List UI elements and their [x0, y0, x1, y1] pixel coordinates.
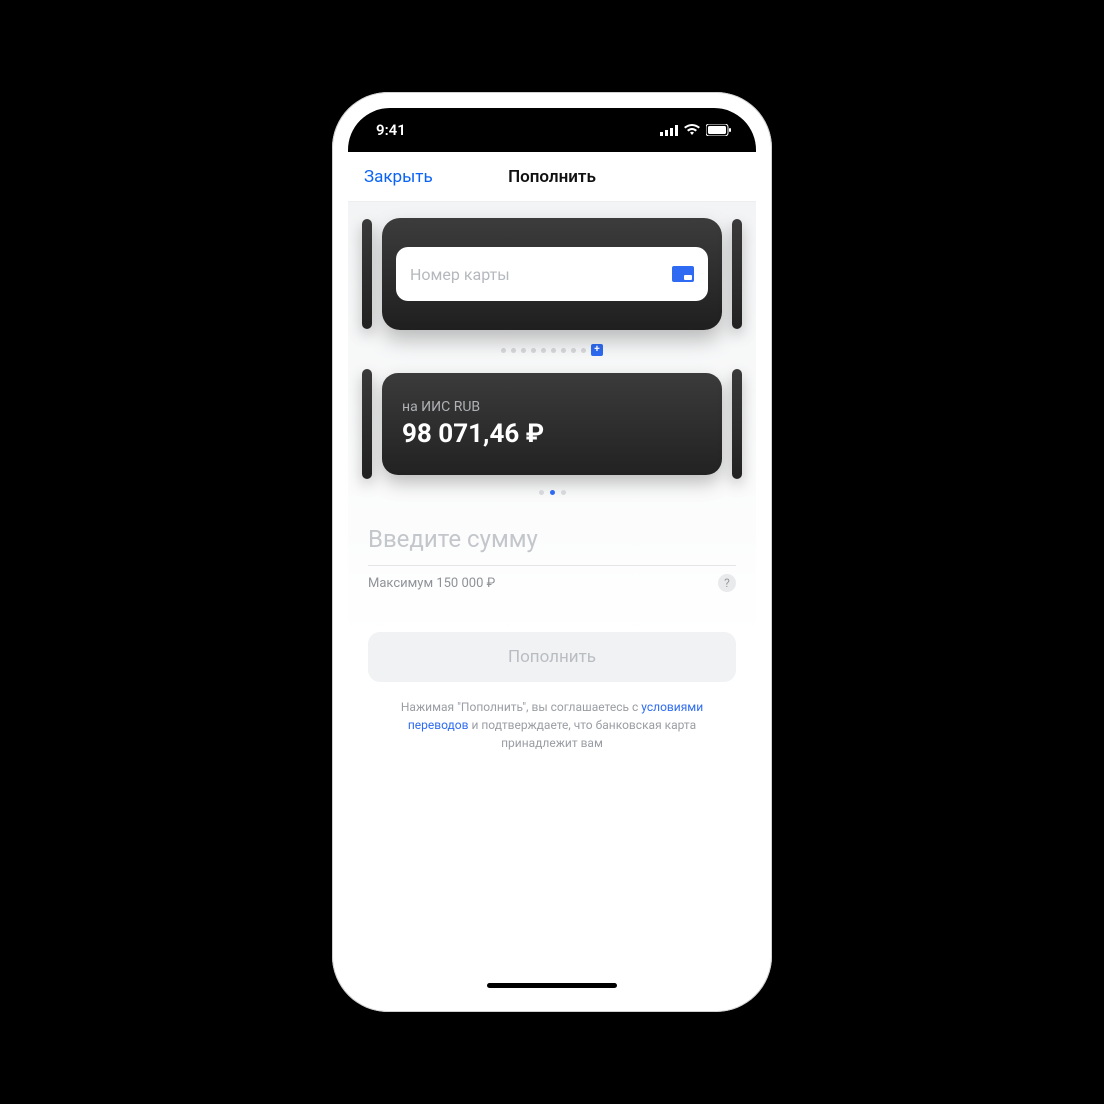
card-carousel[interactable]: Номер карты: [348, 214, 756, 334]
disclaimer-text-2: и подтверждаете, что банковская карта пр…: [468, 718, 696, 750]
disclaimer: Нажимая "Пополнить", вы соглашаетесь с у…: [376, 698, 728, 752]
pager-dot: [541, 348, 546, 353]
account-peek-left[interactable]: [362, 369, 372, 479]
pager-dot: [551, 348, 556, 353]
account-card[interactable]: на ИИС RUB 98 071,46 ₽: [382, 373, 722, 475]
account-pager: [348, 490, 756, 495]
cellular-icon: [660, 125, 678, 136]
card-scan-icon[interactable]: [672, 266, 694, 282]
close-button[interactable]: Закрыть: [364, 167, 433, 187]
submit-button[interactable]: Пополнить: [368, 632, 736, 682]
limit-text: Максимум 150 000 ₽: [368, 576, 495, 591]
account-label: на ИИС RUB: [402, 399, 702, 415]
home-indicator[interactable]: [487, 983, 617, 988]
pager2-dot: [539, 490, 544, 495]
notch: [457, 108, 647, 138]
content: Номер карты +: [348, 202, 756, 996]
nav-bar: Закрыть Пополнить: [348, 152, 756, 202]
card-number-placeholder: Номер карты: [410, 265, 510, 284]
phone-frame: 9:41 Закрыть Пополнить Номер карты: [332, 92, 772, 1012]
account-balance: 98 071,46 ₽: [402, 419, 702, 449]
card-pager: +: [348, 344, 756, 356]
add-card-icon[interactable]: +: [591, 344, 603, 356]
pager-dot: [501, 348, 506, 353]
pager-dot: [561, 348, 566, 353]
pager-dot: [521, 348, 526, 353]
amount-input[interactable]: Введите сумму: [368, 519, 736, 566]
amount-section: Введите сумму Максимум 150 000 ₽ ?: [348, 519, 756, 592]
help-icon[interactable]: ?: [718, 574, 736, 592]
card-new: Номер карты: [382, 218, 722, 330]
phone-screen: 9:41 Закрыть Пополнить Номер карты: [348, 108, 756, 996]
limit-row: Максимум 150 000 ₽ ?: [368, 574, 736, 592]
card-peek-right[interactable]: [732, 219, 742, 329]
pager-dot: [531, 348, 536, 353]
battery-icon: [706, 124, 732, 136]
pager-dot: [571, 348, 576, 353]
pager-dot: [581, 348, 586, 353]
page-title: Пополнить: [508, 167, 596, 187]
account-carousel[interactable]: на ИИС RUB 98 071,46 ₽: [348, 368, 756, 480]
card-peek-left[interactable]: [362, 219, 372, 329]
status-time: 9:41: [376, 121, 406, 139]
pager2-dot-active: [550, 490, 555, 495]
card-number-input[interactable]: Номер карты: [396, 247, 708, 301]
wifi-icon: [684, 124, 700, 136]
disclaimer-text-1: Нажимая "Пополнить", вы соглашаетесь с: [401, 700, 641, 714]
pager2-dot: [561, 490, 566, 495]
account-peek-right[interactable]: [732, 369, 742, 479]
status-icons: [660, 124, 732, 136]
pager-dot: [511, 348, 516, 353]
